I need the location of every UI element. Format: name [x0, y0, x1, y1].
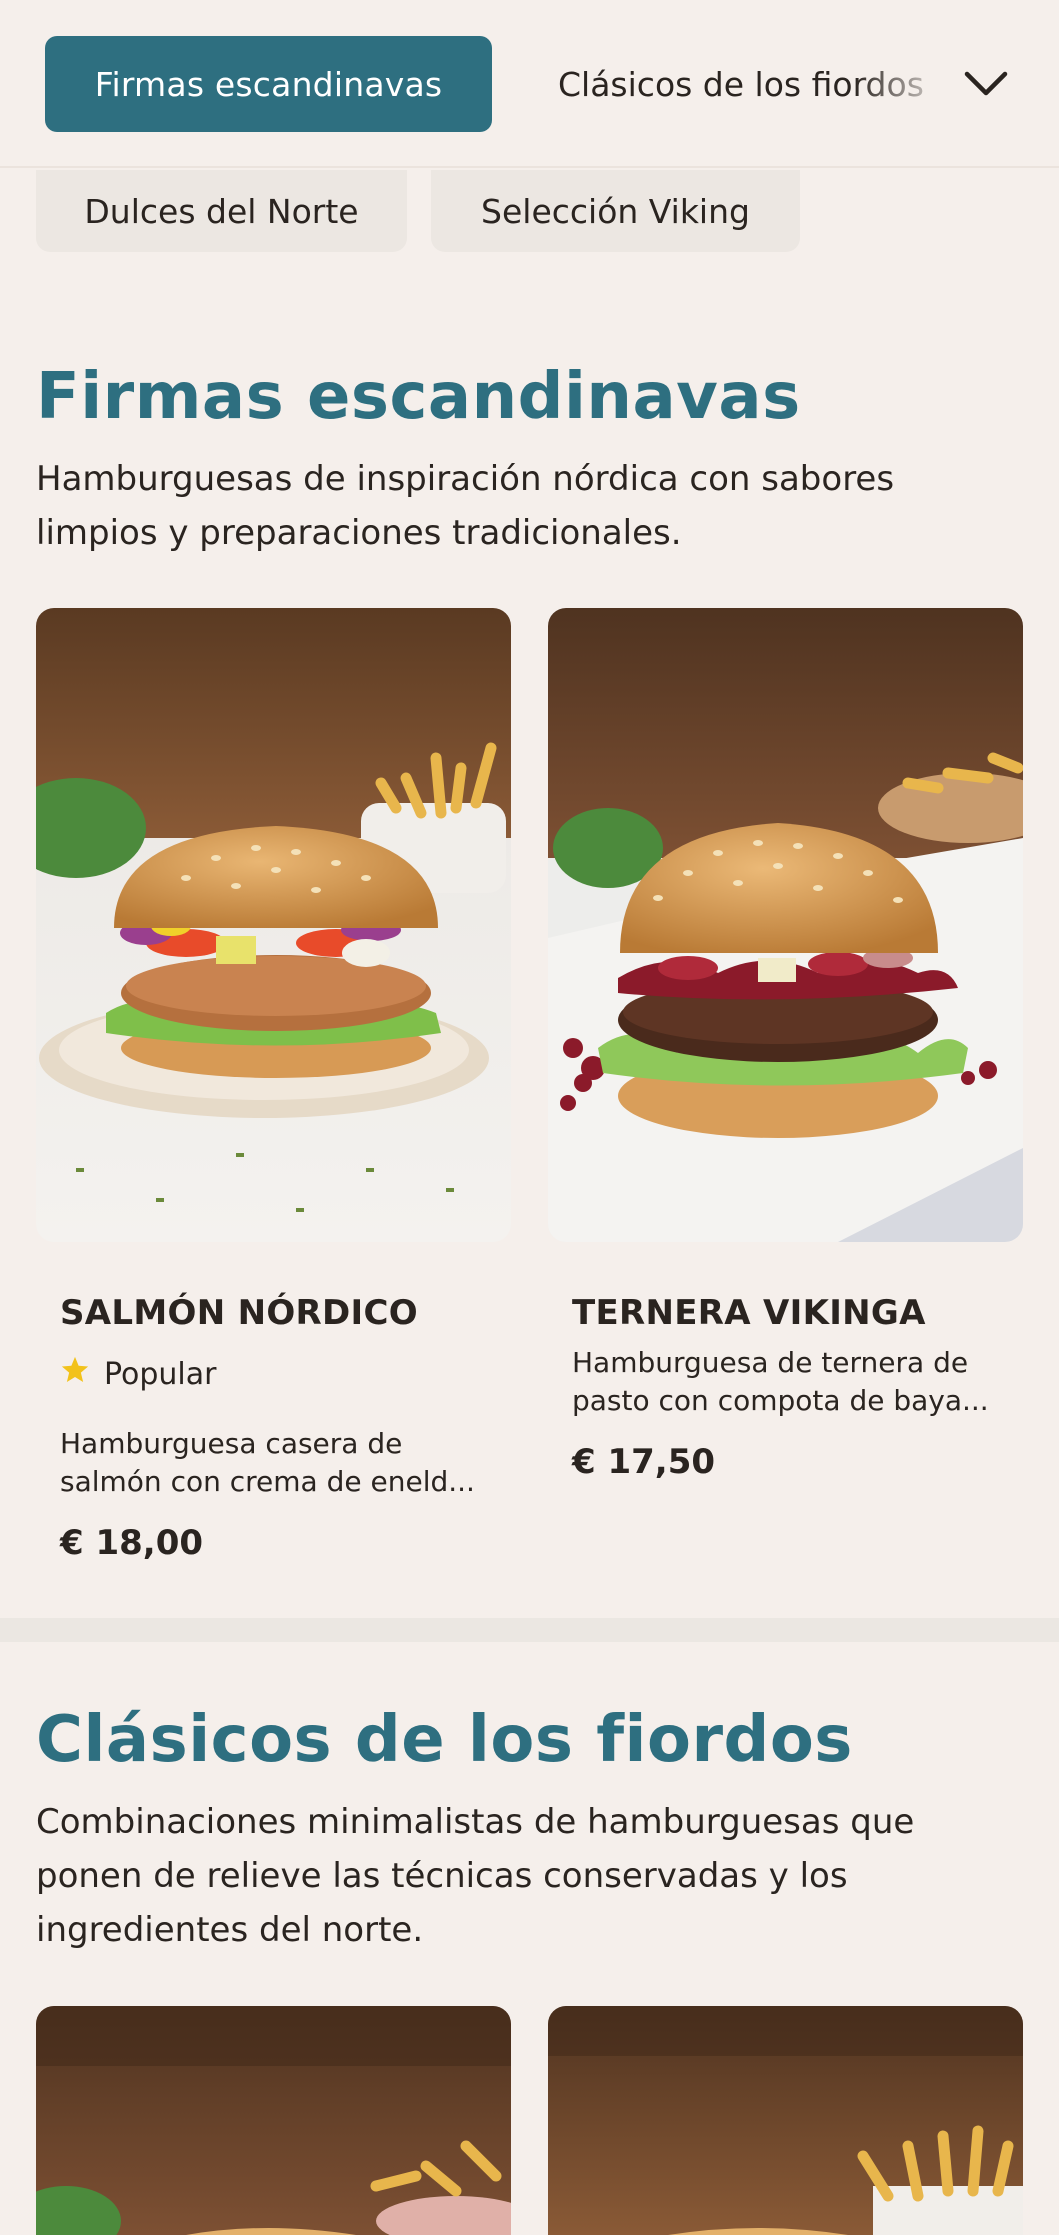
category-tab-viking[interactable]: Selección Viking [431, 170, 800, 252]
section-title-firmas: Firmas escandinavas [36, 360, 801, 434]
clasico-burger-image-1[interactable] [36, 2006, 511, 2235]
item-price-salmon: € 18,00 [60, 1523, 204, 1563]
popular-badge: Popular [60, 1355, 217, 1393]
item-description-salmon: Hamburguesa casera de salmón con crema d… [60, 1427, 475, 1498]
section-divider [0, 1618, 1059, 1642]
section-description-firmas: Hamburguesas de inspiración nórdica con … [36, 459, 895, 553]
clasico-burger-image-2[interactable] [548, 2006, 1023, 2235]
category-tab-firmas[interactable]: Firmas escandinavas [45, 36, 492, 132]
chevron-down-icon[interactable] [960, 58, 1012, 110]
popular-badge-label: Popular [104, 1356, 217, 1392]
ternera-burger-image[interactable] [548, 608, 1023, 1242]
item-price-ternera: € 17,50 [572, 1442, 716, 1482]
star-icon [60, 1355, 90, 1393]
item-description-ternera: Hamburguesa de ternera de pasto con comp… [572, 1346, 989, 1417]
item-name-salmon[interactable]: SALMÓN NÓRDICO [60, 1293, 418, 1333]
category-nav: Firmas escandinavas Clásicos de los fior… [0, 0, 1059, 168]
salmon-burger-image[interactable] [36, 608, 511, 1242]
section-description-clasicos: Combinaciones minimalistas de hamburgues… [36, 1802, 915, 1950]
category-tab-clasicos[interactable]: Clásicos de los fiordos [558, 36, 953, 132]
item-name-ternera[interactable]: TERNERA VIKINGA [572, 1293, 926, 1333]
category-tab-dulces[interactable]: Dulces del Norte [36, 170, 407, 252]
section-title-clasicos: Clásicos de los fiordos [36, 1703, 853, 1777]
